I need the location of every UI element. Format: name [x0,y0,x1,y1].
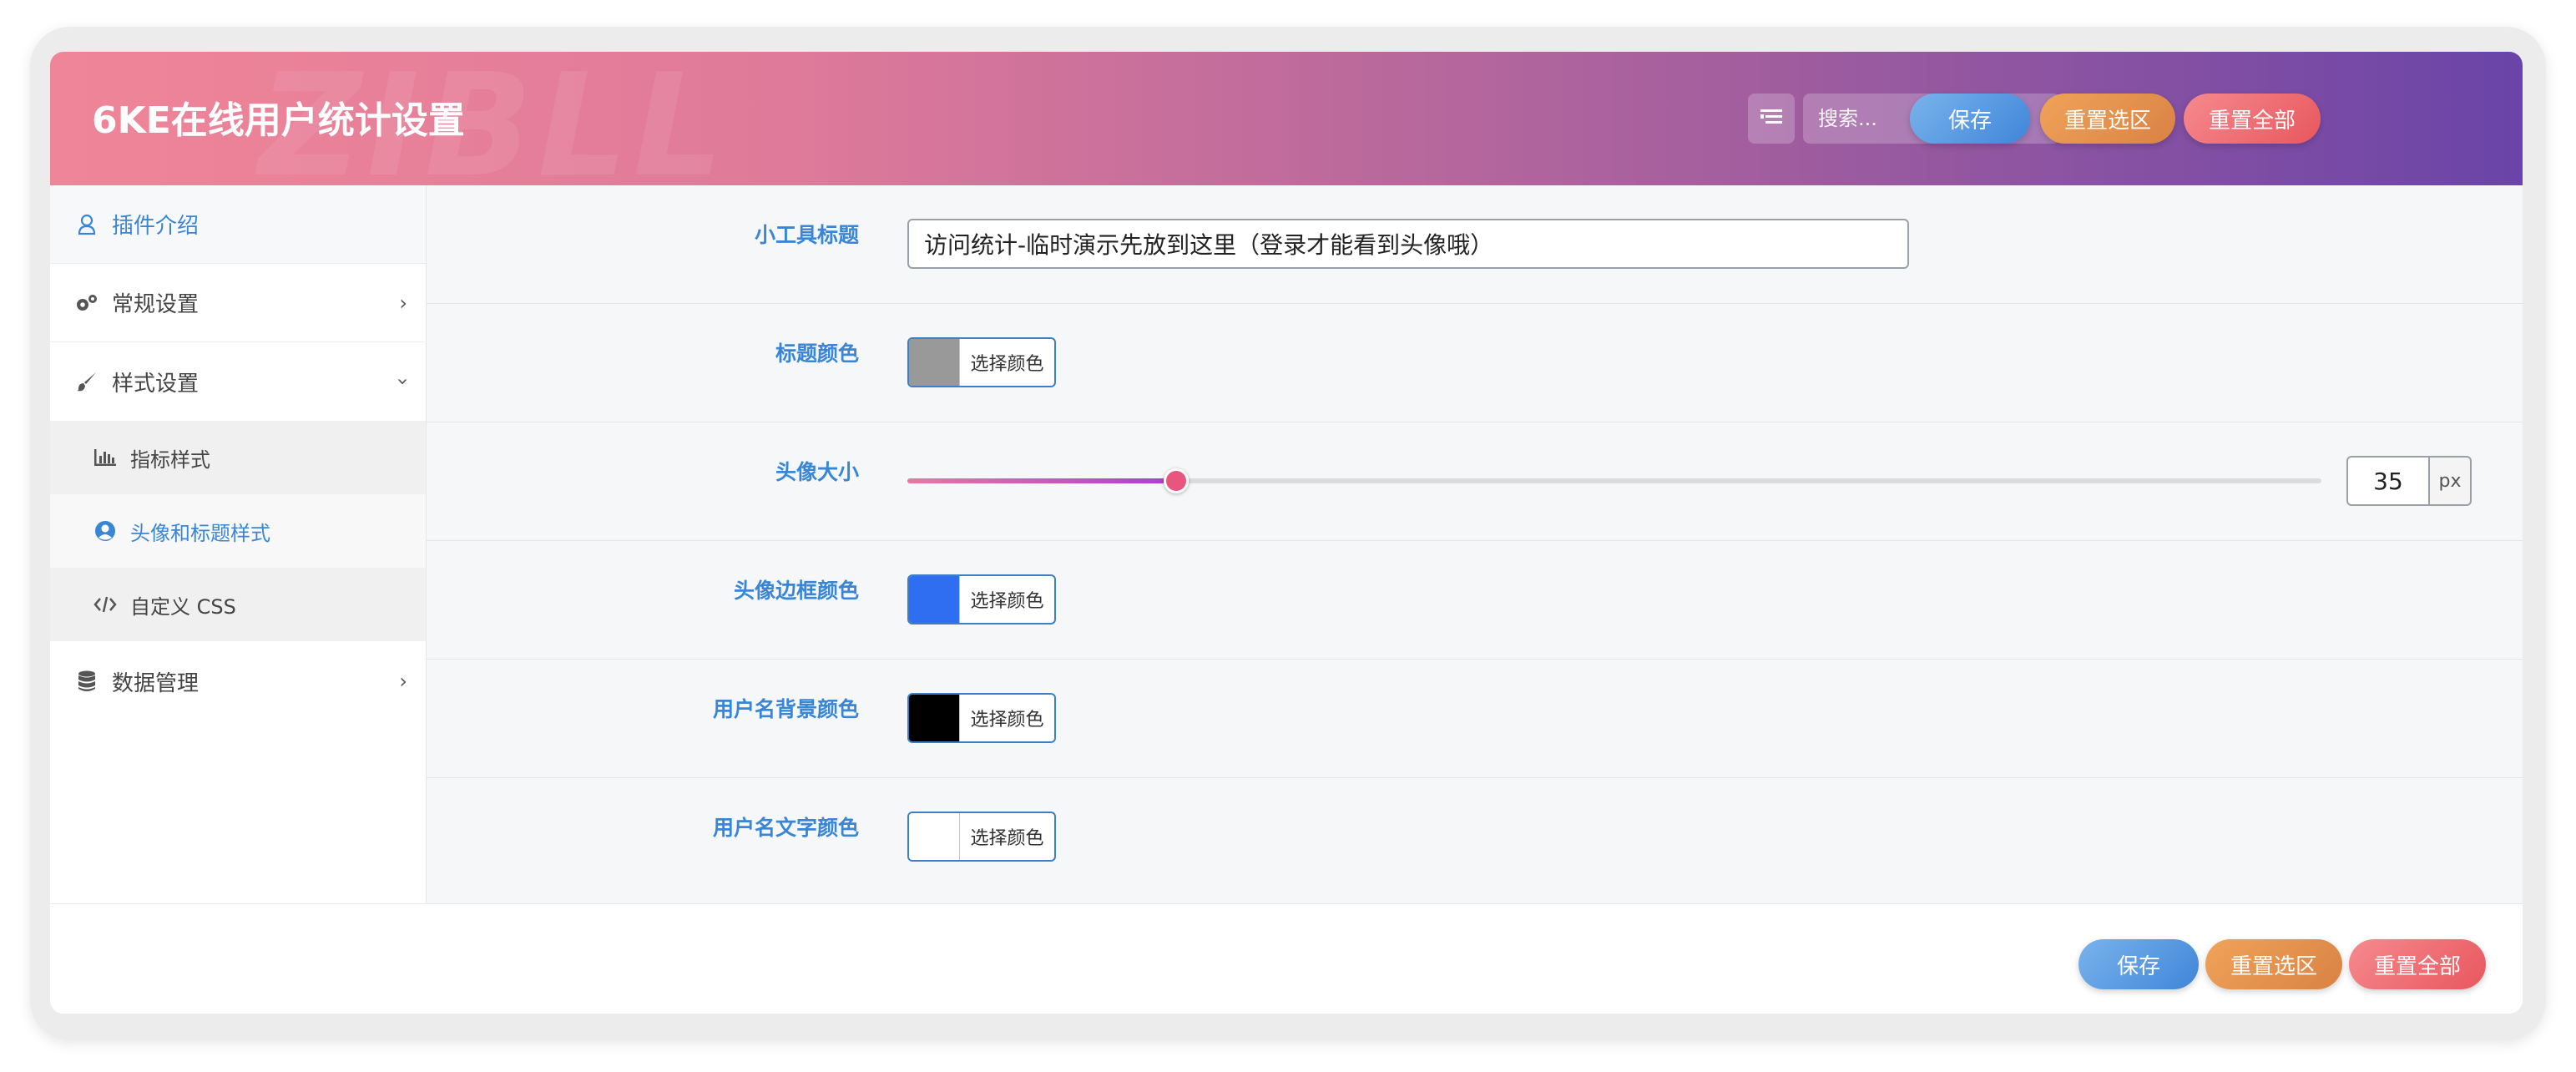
menu-toggle-button[interactable] [1748,94,1795,144]
sidebar-item-label: 数据管理 [112,666,199,697]
title-color-swatch [909,339,960,386]
page-title: 6KE在线用户统计设置 [92,90,465,144]
field-row-widget-title: 小工具标题 [427,185,2523,304]
sidebar-item-label: 指标样式 [130,443,210,473]
sidebar-item-avatar-title-style[interactable]: 头像和标题样式 [50,494,426,568]
avatar-border-color-swatch [909,576,960,623]
title-color-picker[interactable]: 选择颜色 [907,337,1056,387]
sidebar-item-general[interactable]: 常规设置 › [50,264,426,342]
widget-title-input[interactable] [907,219,1909,269]
reset-all-button[interactable]: 重置全部 [2184,94,2321,144]
chevron-down-icon: › [391,377,415,386]
field-row-title-color: 标题颜色 选择颜色 [427,304,2523,422]
avatar-border-color-picker[interactable]: 选择颜色 [907,574,1056,624]
footer-save-button[interactable]: 保存 [2078,939,2199,989]
code-icon [93,593,117,616]
list-icon [1760,108,1782,129]
sidebar-item-label: 常规设置 [112,287,199,318]
database-icon [75,670,98,693]
avatar-border-color-label: 头像边框颜色 [734,574,859,604]
sidebar-item-data-management[interactable]: 数据管理 › [50,641,426,721]
brush-icon [75,370,98,393]
field-row-avatar-size: 头像大小 px [427,422,2523,541]
widget-title-label: 小工具标题 [755,219,859,249]
user-circle-icon [93,519,117,543]
choose-color-label: 选择颜色 [960,813,1054,860]
settings-content: 小工具标题 标题颜色 选择颜色 头像大小 px 头像边框颜色 选择颜色 [427,185,2523,903]
header-bar: ZIBLL 6KE在线用户统计设置 保存 重置选区 重置全部 [50,52,2523,185]
sidebar-item-intro[interactable]: 插件介绍 [50,185,426,264]
avatar-size-unit: px [2428,456,2472,506]
avatar-size-slider-fill [907,478,1176,483]
avatar-size-slider[interactable] [907,478,2321,483]
choose-color-label: 选择颜色 [960,695,1054,741]
footer-bar: 保存 重置选区 重置全部 [50,903,2523,1014]
user-icon [75,213,98,236]
reset-section-button[interactable]: 重置选区 [2040,94,2175,144]
username-bg-color-swatch [909,695,960,741]
settings-panel: ZIBLL 6KE在线用户统计设置 保存 重置选区 重置全部 插件介绍 [50,52,2523,1014]
choose-color-label: 选择颜色 [960,339,1054,386]
sidebar-item-style[interactable]: 样式设置 › [50,342,426,421]
field-row-username-text-color: 用户名文字颜色 选择颜色 [427,778,2523,897]
footer-reset-section-button[interactable]: 重置选区 [2205,939,2342,989]
username-text-color-label: 用户名文字颜色 [713,812,859,842]
sidebar-item-label: 样式设置 [112,367,199,397]
sidebar-item-custom-css[interactable]: 自定义 CSS [50,568,426,641]
username-bg-color-picker[interactable]: 选择颜色 [907,693,1056,743]
choose-color-label: 选择颜色 [960,576,1054,623]
sidebar: 插件介绍 常规设置 › 样式设置 › 指标样式 头像和标题样式 [50,185,427,903]
field-row-username-bg-color: 用户名背景颜色 选择颜色 [427,660,2523,778]
field-row-avatar-border-color: 头像边框颜色 选择颜色 [427,541,2523,660]
sidebar-item-label: 插件介绍 [112,209,199,240]
title-color-label: 标题颜色 [775,337,859,367]
sidebar-item-metric-style[interactable]: 指标样式 [50,421,426,494]
username-text-color-swatch [909,813,960,860]
avatar-size-label: 头像大小 [775,456,859,486]
username-text-color-picker[interactable]: 选择颜色 [907,812,1056,862]
footer-reset-all-button[interactable]: 重置全部 [2349,939,2486,989]
chevron-right-icon: › [399,291,407,315]
gears-icon [75,291,98,315]
avatar-size-slider-handle[interactable] [1164,468,1189,493]
bar-chart-icon [93,446,117,469]
avatar-size-input[interactable] [2346,456,2430,506]
save-button[interactable]: 保存 [1910,94,2030,144]
sidebar-item-label: 自定义 CSS [130,590,236,619]
chevron-right-icon: › [399,670,407,693]
username-bg-color-label: 用户名背景颜色 [713,693,859,723]
sidebar-item-label: 头像和标题样式 [130,517,270,546]
